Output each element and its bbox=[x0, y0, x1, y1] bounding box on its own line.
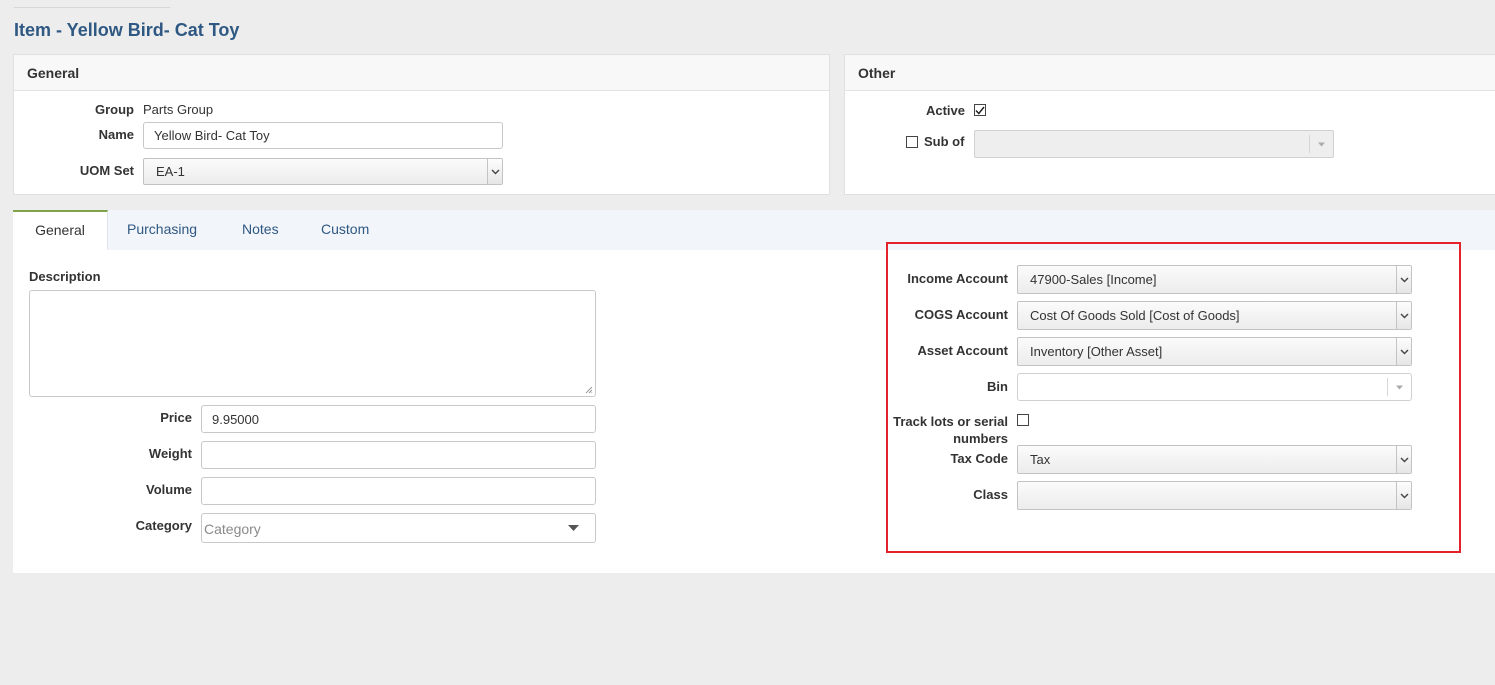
tab-notes[interactable]: Notes bbox=[242, 210, 279, 251]
uom-set-select[interactable]: EA-1 bbox=[143, 158, 503, 185]
volume-label: Volume bbox=[146, 482, 192, 497]
chevron-down-icon bbox=[1309, 135, 1333, 153]
price-input[interactable] bbox=[201, 405, 596, 433]
tab-purchasing[interactable]: Purchasing bbox=[127, 210, 197, 251]
resize-grip-icon[interactable] bbox=[585, 386, 593, 394]
active-checkbox[interactable] bbox=[974, 104, 986, 116]
name-label: Name bbox=[98, 127, 134, 142]
description-textarea[interactable] bbox=[29, 290, 596, 397]
description-label: Description bbox=[29, 269, 101, 284]
uom-set-value: EA-1 bbox=[156, 164, 185, 179]
sub-of-label: Sub of bbox=[924, 134, 965, 149]
category-select[interactable]: Category bbox=[201, 513, 596, 543]
top-divider bbox=[14, 7, 170, 8]
weight-input[interactable] bbox=[201, 441, 596, 469]
category-label: Category bbox=[135, 518, 192, 533]
tab-general[interactable]: General bbox=[13, 210, 108, 252]
general-panel-heading: General bbox=[14, 55, 829, 91]
volume-input[interactable] bbox=[201, 477, 596, 505]
description-wrapper bbox=[29, 290, 596, 397]
highlight-box bbox=[886, 242, 1461, 553]
chevron-down-icon bbox=[487, 159, 502, 184]
caret-down-icon bbox=[568, 525, 579, 531]
checkmark-icon bbox=[975, 106, 985, 115]
other-panel: Other Active Sub of bbox=[844, 54, 1495, 195]
price-label: Price bbox=[160, 410, 192, 425]
sub-of-checkbox[interactable] bbox=[906, 136, 918, 148]
sub-of-select[interactable] bbox=[974, 130, 1334, 158]
uom-set-label: UOM Set bbox=[79, 163, 134, 178]
other-panel-heading: Other bbox=[845, 55, 1495, 91]
name-input[interactable] bbox=[143, 122, 503, 149]
active-label: Active bbox=[925, 103, 965, 118]
page-title: Item - Yellow Bird- Cat Toy bbox=[14, 20, 240, 40]
tab-custom[interactable]: Custom bbox=[321, 210, 369, 251]
general-panel: General Group Parts Group Name UOM Set E… bbox=[13, 54, 830, 195]
group-value: Parts Group bbox=[143, 102, 214, 117]
weight-label: Weight bbox=[148, 446, 192, 461]
category-placeholder: Category bbox=[204, 521, 261, 537]
group-label: Group bbox=[95, 102, 134, 117]
